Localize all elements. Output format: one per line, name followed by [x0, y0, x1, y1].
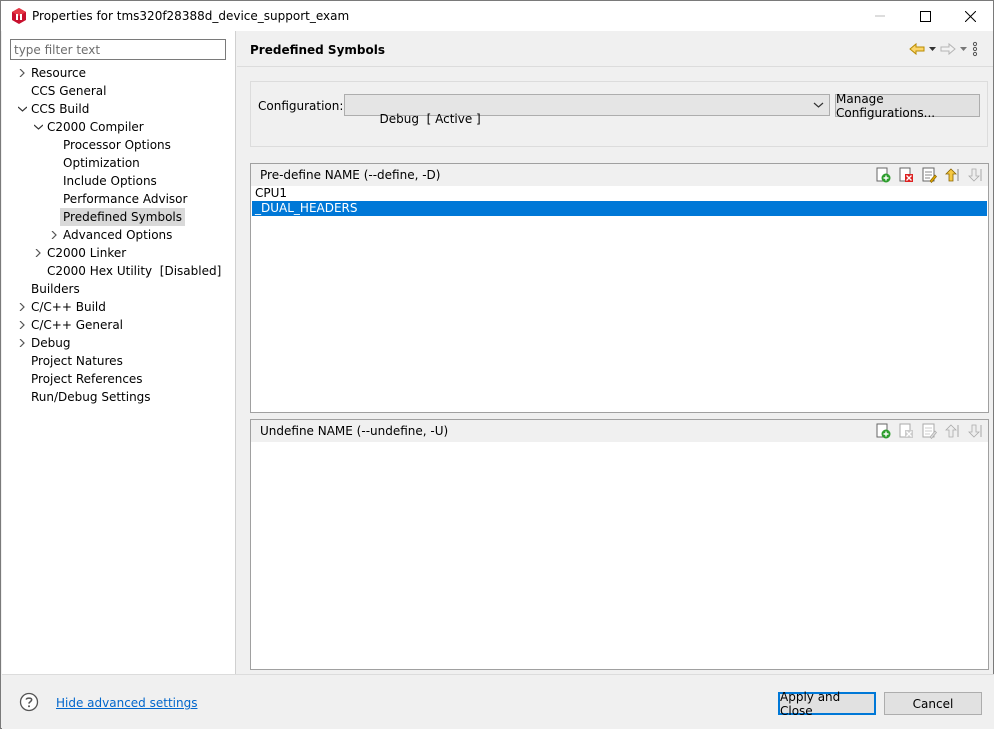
page-nav	[909, 41, 979, 57]
page-header: Predefined Symbols	[237, 31, 993, 67]
property-page: Predefined Symbols Configuration: Debug …	[237, 31, 993, 674]
predefine-header-label: Pre-define NAME (--define, -D)	[260, 168, 441, 182]
move-down-button[interactable]	[965, 166, 984, 184]
delete-symbol-button[interactable]	[896, 422, 915, 440]
configuration-select[interactable]: Debug [ Active ]	[344, 94, 830, 126]
chevron-right-icon[interactable]	[16, 334, 28, 352]
table-row[interactable]: CPU1	[252, 186, 987, 201]
back-arrow-icon[interactable]	[909, 42, 925, 56]
hide-advanced-settings-link[interactable]: Hide advanced settings	[56, 696, 197, 710]
edit-symbol-button[interactable]	[919, 166, 938, 184]
add-file-icon	[876, 167, 890, 183]
undefine-toolbar	[873, 422, 984, 440]
configuration-value: Debug [ Active ]	[379, 112, 481, 126]
add-file-icon	[876, 423, 890, 439]
add-symbol-button[interactable]	[873, 166, 892, 184]
close-button[interactable]	[947, 1, 993, 31]
delete-file-icon	[899, 167, 913, 182]
predefine-header: Pre-define NAME (--define, -D)	[251, 164, 988, 186]
add-symbol-button[interactable]	[873, 422, 892, 440]
chevron-right-icon[interactable]	[16, 298, 28, 316]
chevron-right-icon[interactable]	[48, 226, 60, 244]
move-down-icon	[967, 168, 982, 182]
chevron-right-icon[interactable]	[16, 64, 28, 82]
view-menu-icon[interactable]	[971, 41, 979, 57]
undefine-header-label: Undefine NAME (--undefine, -U)	[260, 424, 449, 438]
chevron-down-icon[interactable]	[16, 100, 28, 118]
filter-input[interactable]	[10, 39, 226, 60]
move-down-button[interactable]	[965, 422, 984, 440]
minimize-button[interactable]	[857, 1, 903, 31]
move-up-button[interactable]	[942, 422, 961, 440]
minimize-icon	[875, 15, 885, 17]
edit-file-icon	[922, 423, 937, 439]
move-up-button[interactable]	[942, 166, 961, 184]
window-title: Properties for tms320f28388d_device_supp…	[32, 9, 350, 23]
close-icon	[964, 10, 976, 22]
move-up-icon	[944, 424, 959, 438]
configuration-group: Configuration: Debug [ Active ] Manage C…	[250, 81, 988, 147]
chevron-right-icon[interactable]	[16, 316, 28, 334]
property-tree-pane: Resource CCS General CCS Build C2000 Com…	[2, 31, 236, 674]
cancel-button[interactable]: Cancel	[884, 692, 982, 715]
forward-arrow-icon[interactable]	[940, 42, 956, 56]
undefine-header: Undefine NAME (--undefine, -U)	[251, 420, 988, 442]
maximize-icon	[919, 10, 931, 22]
dialog-footer: Hide advanced settings Apply and Close C…	[2, 674, 994, 729]
configuration-label: Configuration:	[258, 99, 344, 113]
edit-symbol-button[interactable]	[919, 422, 938, 440]
move-down-icon	[967, 424, 982, 438]
manage-configurations-button[interactable]: Manage Configurations...	[835, 92, 980, 120]
back-dropdown-icon[interactable]	[928, 42, 937, 56]
delete-symbol-button[interactable]	[896, 166, 915, 184]
chevron-down-icon	[813, 102, 824, 108]
properties-dialog: Properties for tms320f28388d_device_supp…	[0, 0, 994, 729]
chevron-down-icon[interactable]	[32, 118, 44, 136]
table-row[interactable]: _DUAL_HEADERS	[252, 201, 987, 216]
chevron-right-icon[interactable]	[32, 244, 44, 262]
title-bar: Properties for tms320f28388d_device_supp…	[1, 1, 993, 31]
predefine-table: Pre-define NAME (--define, -D) CPU1 _DUA…	[250, 163, 989, 413]
maximize-button[interactable]	[902, 1, 948, 31]
apply-and-close-button[interactable]: Apply and Close	[778, 690, 876, 718]
delete-file-icon	[899, 423, 913, 438]
page-title: Predefined Symbols	[250, 43, 385, 57]
undefine-table: Undefine NAME (--undefine, -U)	[250, 419, 989, 670]
forward-dropdown-icon[interactable]	[959, 42, 968, 56]
predefine-toolbar	[873, 166, 984, 184]
predefine-rows: CPU1 _DUAL_HEADERS	[251, 186, 988, 216]
ccs-app-icon	[12, 8, 26, 24]
help-icon[interactable]	[19, 692, 39, 712]
move-up-icon	[944, 168, 959, 182]
edit-file-icon	[922, 167, 937, 183]
